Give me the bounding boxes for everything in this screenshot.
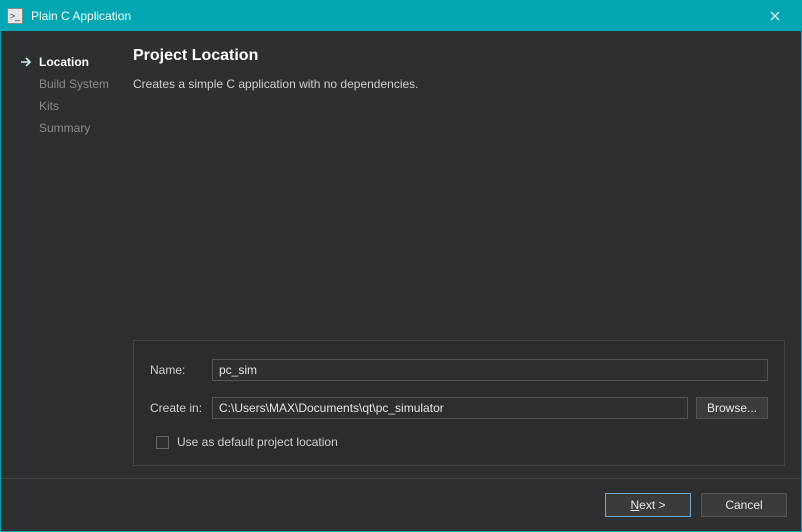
titlebar: >_ Plain C Application [1, 1, 801, 31]
main-panel: Project Location Creates a simple C appl… [121, 31, 801, 478]
browse-button[interactable]: Browse... [696, 397, 768, 419]
wizard-step-label: Build System [39, 77, 109, 91]
window-title: Plain C Application [31, 9, 755, 23]
page-description: Creates a simple C application with no d… [133, 77, 785, 91]
checkbox-icon[interactable] [156, 436, 169, 449]
wizard-step-label: Kits [39, 99, 59, 113]
path-input[interactable] [212, 397, 688, 419]
name-input[interactable] [212, 359, 768, 381]
wizard-step-build-system[interactable]: Build System [1, 73, 121, 95]
cancel-button[interactable]: Cancel [701, 493, 787, 517]
arrow-right-icon [21, 57, 39, 67]
form-row-default-location[interactable]: Use as default project location [150, 435, 768, 449]
form-box: Name: Create in: Browse... Use as defaul… [133, 340, 785, 466]
page-title: Project Location [133, 47, 785, 65]
footer: Next > Cancel [1, 479, 801, 531]
wizard-step-kits[interactable]: Kits [1, 95, 121, 117]
next-button[interactable]: Next > [605, 493, 691, 517]
close-button[interactable] [755, 1, 795, 31]
content: Location Build System Kits Summary Proje… [1, 31, 801, 478]
app-icon: >_ [7, 8, 23, 24]
name-label: Name: [150, 363, 212, 377]
form-row-path: Create in: Browse... [150, 397, 768, 419]
wizard-step-summary[interactable]: Summary [1, 117, 121, 139]
wizard-step-location[interactable]: Location [1, 51, 121, 73]
close-icon [770, 11, 780, 21]
default-location-label: Use as default project location [177, 435, 338, 449]
wizard-step-label: Location [39, 55, 89, 69]
form-row-name: Name: [150, 359, 768, 381]
path-label: Create in: [150, 401, 212, 415]
wizard-sidebar: Location Build System Kits Summary [1, 31, 121, 478]
wizard-step-label: Summary [39, 121, 90, 135]
